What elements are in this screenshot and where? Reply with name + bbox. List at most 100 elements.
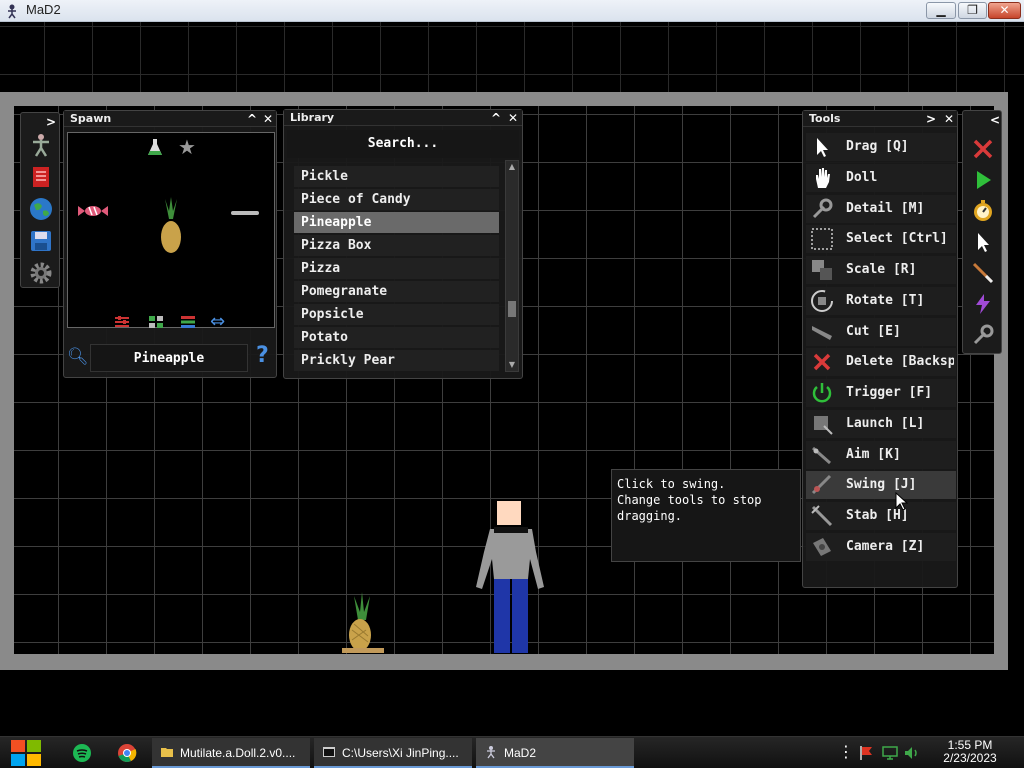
library-panel-header[interactable]: Library ^ ✕ xyxy=(284,110,522,126)
favorite-star-icon[interactable]: ★ xyxy=(178,135,196,159)
tool-trigger[interactable]: Trigger [F] xyxy=(806,379,956,407)
tool-cut[interactable]: Cut [E] xyxy=(806,318,956,346)
settings-gear-icon[interactable] xyxy=(29,261,53,285)
tool-detail[interactable]: Detail [M] xyxy=(806,195,956,223)
close-icon: ✕ xyxy=(999,3,1010,17)
potion-flask-icon[interactable] xyxy=(146,137,164,157)
brush-icon[interactable] xyxy=(971,261,995,285)
tool-scale[interactable]: Scale [R] xyxy=(806,256,956,284)
taskbar-task-mad2[interactable]: MaD2 xyxy=(476,738,634,768)
tools-expand-button[interactable]: > xyxy=(923,111,939,127)
pointer-icon[interactable] xyxy=(971,230,995,254)
library-item[interactable]: Prickly Pear xyxy=(294,350,499,371)
right-strip-collapse-button[interactable]: < xyxy=(987,112,1003,128)
candy-icon[interactable] xyxy=(78,205,108,217)
library-scrollbar[interactable]: ▲ ▼ xyxy=(505,160,519,372)
library-item[interactable]: Piece of Candy xyxy=(294,189,499,210)
spawn-collapse-button[interactable]: ^ xyxy=(244,111,260,127)
tool-rotate[interactable]: Rotate [T] xyxy=(806,287,956,315)
globe-icon[interactable] xyxy=(29,197,53,221)
wrench-tool-icon[interactable] xyxy=(971,323,995,347)
aim-icon xyxy=(812,446,831,465)
library-item[interactable]: Pickle xyxy=(294,166,499,187)
restore-icon: ❐ xyxy=(967,3,978,17)
lightning-icon[interactable] xyxy=(971,292,995,316)
hand-icon xyxy=(816,168,830,188)
tool-swing[interactable]: Swing [J] xyxy=(806,471,956,499)
library-close-button[interactable]: ✕ xyxy=(505,110,521,126)
scroll-down-icon[interactable]: ▼ xyxy=(507,360,517,370)
left-strip-expand-button[interactable]: > xyxy=(43,114,59,130)
close-window-button[interactable]: ✕ xyxy=(988,2,1021,19)
swap-arrows-icon[interactable]: ⇔ xyxy=(210,311,225,332)
tool-label: Delete [Backsp xyxy=(846,354,954,369)
help-icon[interactable]: ? xyxy=(256,343,269,368)
library-item[interactable]: Popsicle xyxy=(294,304,499,325)
swing-icon xyxy=(811,474,832,495)
network-icon[interactable] xyxy=(882,745,898,761)
tools-close-button[interactable]: ✕ xyxy=(941,111,957,127)
tool-camera[interactable]: Camera [Z] xyxy=(806,533,956,561)
spawn-panel-header[interactable]: Spawn ^ ✕ xyxy=(64,111,276,127)
spotify-icon[interactable] xyxy=(72,743,92,763)
maximize-button[interactable]: ❐ xyxy=(958,2,987,19)
doll-ragdoll[interactable] xyxy=(470,497,552,657)
launch-icon xyxy=(814,416,833,435)
tool-select[interactable]: Select [Ctrl] xyxy=(806,225,956,253)
library-search-input[interactable]: Search... xyxy=(287,130,519,158)
spawn-close-button[interactable]: ✕ xyxy=(260,111,276,127)
play-icon[interactable] xyxy=(971,168,995,192)
library-panel: Library ^ ✕ Search... Pickle Piece of Ca… xyxy=(283,109,523,379)
tool-doll[interactable]: Doll xyxy=(806,164,956,192)
grid-view-icon[interactable] xyxy=(148,315,164,329)
library-collapse-button[interactable]: ^ xyxy=(488,110,504,126)
tool-drag[interactable]: Drag [Q] xyxy=(806,133,956,161)
tool-aim[interactable]: Aim [K] xyxy=(806,441,956,469)
rotate-icon xyxy=(811,290,833,312)
library-item[interactable]: Pizza Box xyxy=(294,235,499,256)
pineapple-preview-icon xyxy=(161,197,181,253)
library-item[interactable]: Potato xyxy=(294,327,499,348)
right-toolbar: < xyxy=(962,110,1002,354)
tool-stab[interactable]: Stab [H] xyxy=(806,502,956,530)
tooltip-line: Change tools to stop xyxy=(617,493,762,507)
library-item-selected[interactable]: Pineapple xyxy=(294,212,499,233)
game-canvas[interactable]: > Spawn ^ ✕ ★ ⇔ 🔍︎ Pineapple ? Library ^… xyxy=(0,22,1024,736)
search-icon[interactable]: 🔍︎ xyxy=(67,347,89,367)
tool-launch[interactable]: Launch [L] xyxy=(806,410,956,438)
clear-red-x-icon[interactable] xyxy=(971,137,995,161)
doll-figure-icon[interactable] xyxy=(29,133,53,157)
flag-notification-icon[interactable] xyxy=(858,745,874,761)
scrollbar-thumb[interactable] xyxy=(508,301,516,317)
spawn-preview[interactable]: ★ ⇔ xyxy=(67,132,275,332)
stab-icon xyxy=(811,505,833,527)
pizza-box-icon[interactable] xyxy=(231,211,259,215)
filter-sliders-icon[interactable] xyxy=(114,315,130,329)
scroll-up-icon[interactable]: ▲ xyxy=(507,162,517,172)
pineapple-object[interactable] xyxy=(338,590,388,656)
clock-date: 2/23/2023 xyxy=(943,751,997,765)
notebook-icon[interactable] xyxy=(29,165,53,189)
library-item[interactable]: Pizza xyxy=(294,258,499,279)
save-disk-icon[interactable] xyxy=(29,229,53,253)
minimize-button[interactable]: ▁ xyxy=(926,2,956,19)
library-item[interactable]: Pomegranate xyxy=(294,281,499,302)
window-title: MaD2 xyxy=(26,2,61,17)
layers-icon[interactable] xyxy=(180,315,196,329)
tool-delete[interactable]: Delete [Backsp xyxy=(806,348,956,376)
more-options-icon[interactable]: ⋮ xyxy=(838,742,854,761)
stopwatch-icon[interactable] xyxy=(971,199,995,223)
tool-label: Aim [K] xyxy=(846,447,901,462)
volume-icon[interactable] xyxy=(904,745,920,761)
window-titlebar: MaD2 ▁ ❐ ✕ xyxy=(0,0,1024,22)
tooltip-line: dragging. xyxy=(617,509,683,523)
library-list: Pickle Piece of Candy Pineapple Pizza Bo… xyxy=(294,166,499,373)
taskbar-task-cmd[interactable]: C:\Users\Xi JinPing.... xyxy=(314,738,472,768)
app-icon xyxy=(8,4,16,19)
tool-label: Launch [L] xyxy=(846,416,925,431)
windows-start-icon[interactable] xyxy=(8,738,44,768)
tools-panel-header[interactable]: Tools > ✕ xyxy=(803,111,957,127)
taskbar-task-mad-folder[interactable]: Mutilate.a.Doll.2.v0.... xyxy=(152,738,310,768)
taskbar-clock[interactable]: 1:55 PM 2/23/2023 xyxy=(935,739,1005,765)
chrome-icon[interactable] xyxy=(117,743,137,763)
